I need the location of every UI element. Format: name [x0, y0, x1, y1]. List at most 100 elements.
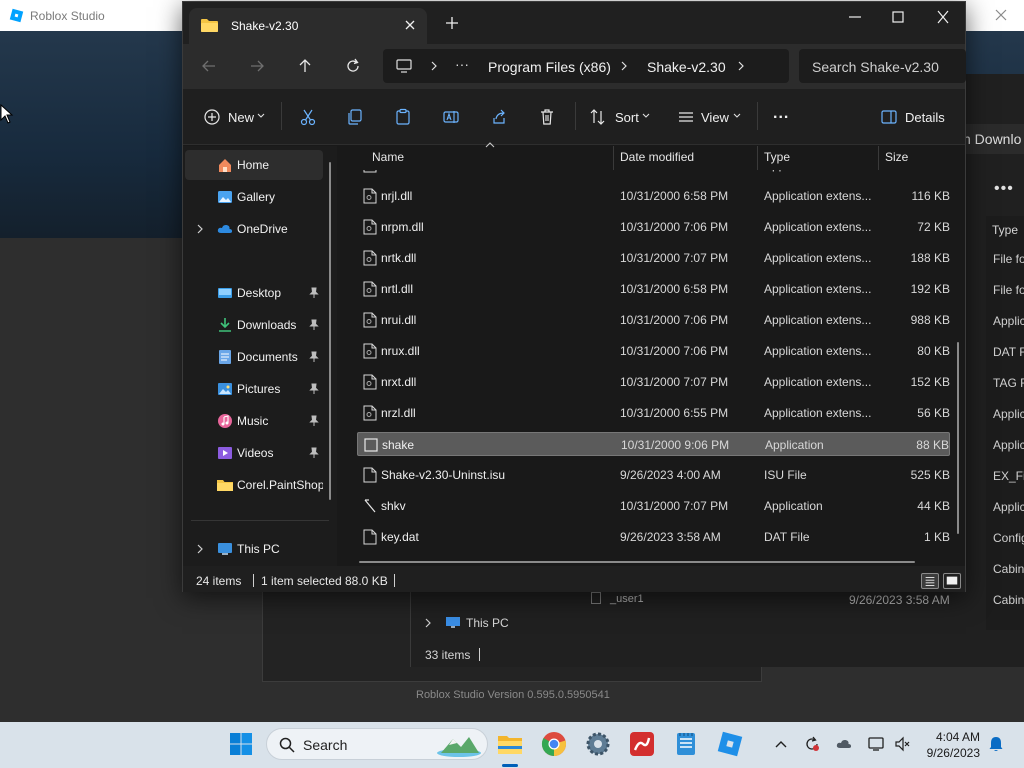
file-row[interactable]: nrpm.dll 10/31/2000 7:06 PM Application ex…	[357, 215, 950, 239]
sidebar-item-documents[interactable]: Documents	[185, 342, 323, 372]
chevron-right-icon[interactable]	[196, 224, 204, 234]
pin-icon[interactable]	[309, 351, 319, 363]
column-size[interactable]: Size	[885, 150, 908, 164]
pin-icon[interactable]	[309, 287, 319, 299]
sort-icon[interactable]	[589, 108, 607, 126]
chrome-icon[interactable]	[540, 730, 568, 758]
chevron-right-icon[interactable]	[620, 61, 628, 71]
display-icon[interactable]	[868, 736, 884, 752]
back-arrow-icon[interactable]	[201, 58, 217, 74]
file-explorer-taskbar-icon[interactable]	[496, 730, 524, 758]
sidebar-item-home[interactable]: Home	[185, 150, 323, 180]
roblox-studio-taskbar-icon[interactable]	[716, 730, 744, 758]
details-view-icon[interactable]	[921, 573, 939, 589]
file-row[interactable]: nrno.dll 10/31/2000 6:58 PM Application ex…	[357, 170, 950, 177]
close-tab-icon[interactable]	[403, 18, 417, 32]
tab-shake[interactable]: Shake-v2.30	[189, 8, 427, 44]
more-options-button[interactable]: ...	[773, 105, 789, 123]
nav-scrollbar[interactable]	[329, 162, 331, 500]
clock-date[interactable]: 9/26/2023	[920, 746, 980, 760]
sidebar-item-music[interactable]: Music	[185, 406, 323, 436]
back-nav-this-pc[interactable]: This PC	[466, 616, 509, 630]
plus-circle-icon[interactable]	[203, 108, 221, 126]
sidebar-item-pictures[interactable]: Pictures	[185, 374, 323, 404]
back-more-icon[interactable]: •••	[994, 180, 1014, 198]
roblox-close-icon[interactable]	[992, 6, 1010, 24]
sort-button[interactable]: Sort	[615, 110, 639, 125]
file-row[interactable]: nrjl.dll 10/31/2000 6:58 PM Application ex…	[357, 184, 950, 208]
up-arrow-icon[interactable]	[297, 58, 313, 74]
column-divider[interactable]	[757, 146, 758, 170]
sidebar-item-corel[interactable]: Corel.PaintShop	[185, 470, 323, 500]
file-row[interactable]: nrxt.dll 10/31/2000 7:07 PM Application ex…	[357, 370, 950, 394]
file-row[interactable]: nrtk.dll 10/31/2000 7:07 PM Application ex…	[357, 246, 950, 270]
refresh-icon[interactable]	[345, 58, 361, 74]
pin-icon[interactable]	[309, 415, 319, 427]
chevron-right-icon[interactable]	[423, 617, 433, 629]
file-row[interactable]: nrux.dll 10/31/2000 7:06 PM Application ex…	[357, 339, 950, 363]
notepad-icon[interactable]	[672, 730, 700, 758]
pin-icon[interactable]	[309, 447, 319, 459]
file-row[interactable]: shkv 10/31/2000 7:07 PM Application 44 KB	[357, 494, 950, 518]
breadcrumb-overflow[interactable]: ···	[455, 56, 469, 72]
file-row[interactable]: nrtl.dll 10/31/2000 6:58 PM Application ex…	[357, 277, 950, 301]
chevron-down-icon[interactable]	[733, 113, 741, 119]
chevron-down-icon[interactable]	[257, 113, 265, 119]
chevron-right-icon[interactable]	[737, 61, 745, 71]
taskbar-search-box[interactable]: Search	[266, 728, 488, 760]
sidebar-item-this-pc[interactable]: This PC	[185, 534, 323, 564]
delete-icon[interactable]	[538, 108, 556, 126]
sidebar-item-videos[interactable]: Videos	[185, 438, 323, 468]
paste-icon[interactable]	[394, 108, 412, 126]
volume-muted-icon[interactable]	[894, 736, 910, 752]
clock-time[interactable]: 4:04 AM	[930, 730, 980, 744]
cut-icon[interactable]	[299, 108, 317, 126]
close-window-icon[interactable]	[935, 10, 951, 24]
file-row[interactable]: key.dat 9/26/2023 3:58 AM DAT File 1 KB	[357, 525, 950, 549]
column-divider[interactable]	[613, 146, 614, 170]
view-list-icon[interactable]	[677, 108, 695, 126]
copy-icon[interactable]	[346, 108, 364, 126]
minimize-icon[interactable]	[847, 10, 863, 24]
back-explorer-tab[interactable]: ch Downlo	[956, 124, 1024, 154]
file-row[interactable]: Shake-v2.30-Uninst.isu 9/26/2023 4:00 AM I…	[357, 463, 950, 487]
breadcrumb-item-program-files[interactable]: Program Files (x86)	[488, 59, 611, 75]
pin-icon[interactable]	[309, 383, 319, 395]
column-divider[interactable]	[878, 146, 879, 170]
pdf-editor-icon[interactable]	[628, 730, 656, 758]
column-type[interactable]: Type	[764, 150, 790, 164]
chevron-right-icon[interactable]	[196, 544, 204, 554]
monitor-icon[interactable]	[396, 59, 412, 73]
search-input[interactable]: Search Shake-v2.30	[799, 49, 966, 83]
file-row[interactable]: nrui.dll 10/31/2000 7:06 PM Application ex…	[357, 308, 950, 332]
details-pane-icon[interactable]	[880, 108, 898, 126]
onedrive-tray-icon[interactable]	[836, 736, 852, 752]
sidebar-item-gallery[interactable]: Gallery	[185, 182, 323, 212]
sidebar-item-desktop[interactable]: Desktop	[185, 278, 323, 308]
rename-icon[interactable]	[442, 108, 460, 126]
sync-icon[interactable]	[804, 736, 820, 752]
forward-arrow-icon[interactable]	[249, 58, 265, 74]
large-icons-view-icon[interactable]	[943, 573, 961, 589]
windows-start-icon[interactable]	[229, 732, 253, 756]
maximize-icon[interactable]	[890, 10, 906, 24]
file-row[interactable]: nrzl.dll 10/31/2000 6:55 PM Application ex…	[357, 401, 950, 425]
horizontal-scrollbar[interactable]	[359, 561, 915, 563]
chevron-down-icon[interactable]	[642, 113, 650, 119]
breadcrumb-item-shake[interactable]: Shake-v2.30	[647, 59, 726, 75]
chevron-right-icon[interactable]	[430, 61, 438, 71]
sidebar-item-downloads[interactable]: Downloads	[185, 310, 323, 340]
sidebar-item-onedrive[interactable]: OneDrive	[185, 214, 323, 244]
share-icon[interactable]	[490, 108, 508, 126]
vertical-scrollbar[interactable]	[957, 342, 959, 534]
pin-icon[interactable]	[309, 319, 319, 331]
notification-bell-icon[interactable]	[988, 736, 1004, 752]
breadcrumb[interactable]: ··· Program Files (x86) Shake-v2.30	[383, 49, 789, 83]
view-button[interactable]: View	[701, 110, 729, 125]
new-button[interactable]: New	[228, 110, 254, 125]
chevron-up-icon[interactable]	[773, 736, 789, 752]
file-row[interactable]: shake 10/31/2000 9:06 PM Application 88 KB	[357, 432, 950, 456]
details-button[interactable]: Details	[905, 110, 945, 125]
column-name[interactable]: Name	[372, 150, 404, 164]
new-tab-icon[interactable]	[445, 16, 459, 30]
